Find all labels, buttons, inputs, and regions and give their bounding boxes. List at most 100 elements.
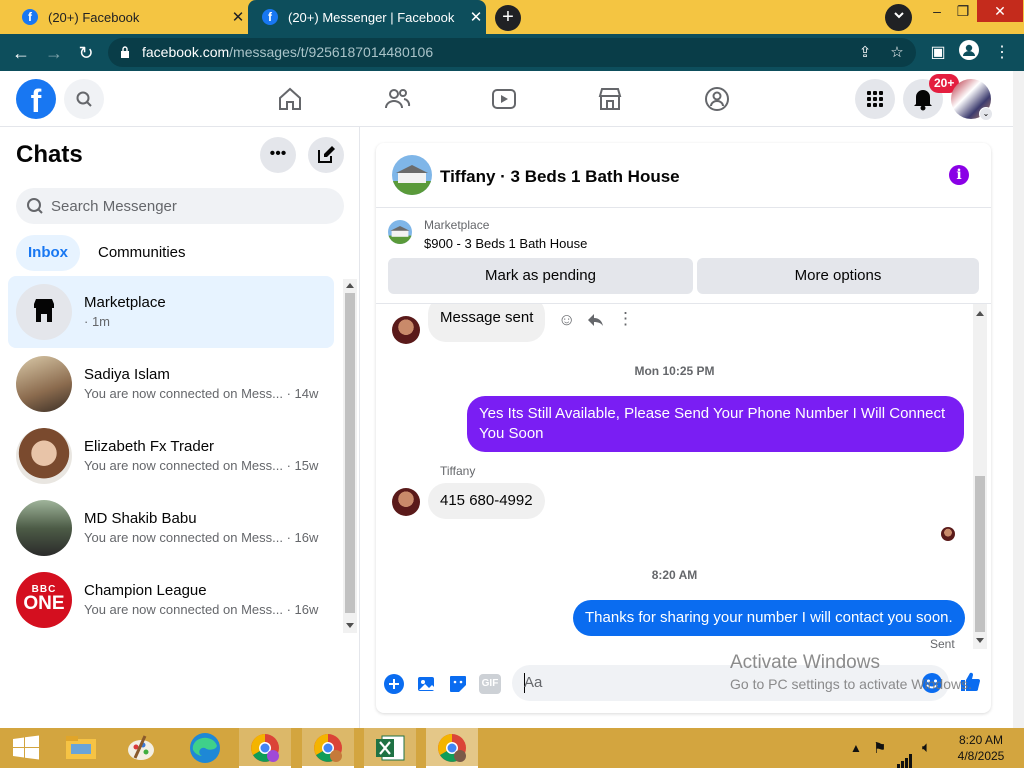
page-scrollbar[interactable] [1013, 71, 1024, 728]
tab-close-icon[interactable]: ✕ [228, 8, 248, 26]
share-icon[interactable]: ⇪ [854, 42, 876, 64]
volume-icon[interactable]: 🔈︎ [922, 739, 931, 768]
house-photo [388, 220, 412, 244]
window-maximize-button[interactable]: ❐ [951, 0, 975, 22]
chat-row-md-shakib-babu[interactable]: MD Shakib Babu You are now connected on … [8, 492, 334, 564]
search-icon [27, 198, 43, 214]
reload-icon[interactable]: ↻ [73, 40, 99, 66]
taskbar-chrome-profile-2[interactable] [302, 728, 354, 768]
marketplace-store-icon[interactable] [596, 85, 624, 113]
photo-icon[interactable] [415, 673, 437, 695]
sticker-icon[interactable] [447, 673, 469, 695]
message-bubble[interactable]: Yes Its Still Available, Please Send You… [467, 396, 964, 452]
person-icon [959, 40, 979, 60]
chat-name: Sadiya Islam [84, 366, 170, 383]
network-signal-icon[interactable] [897, 741, 913, 768]
new-tab-button[interactable]: + [495, 5, 521, 31]
search-messenger-input[interactable]: Search Messenger [16, 188, 344, 224]
facebook-search-button[interactable] [64, 79, 104, 119]
account-avatar[interactable]: ⌄ [951, 79, 993, 121]
chat-row-sadiya-islam[interactable]: Sadiya Islam You are now connected on Me… [8, 348, 334, 420]
chat-name: Champion League [84, 582, 207, 599]
bookmark-star-icon[interactable]: ☆ [886, 42, 908, 64]
groups-icon[interactable] [703, 85, 731, 113]
message-bubble[interactable]: Message sent [428, 304, 546, 342]
chat-snippet: You are now connected on Mess... · 16w [84, 530, 319, 545]
chrome-menu-icon[interactable]: ⋮ [989, 40, 1015, 66]
menu-button[interactable] [855, 79, 895, 119]
gif-button[interactable]: GIF [479, 674, 501, 694]
message-bubble[interactable]: Thanks for sharing your number I will co… [573, 600, 965, 636]
avatar [16, 356, 72, 412]
chevron-down-icon: ⌄ [979, 107, 993, 121]
tray-overflow-icon[interactable]: ▲ [850, 741, 862, 768]
url-path: /messages/t/9256187014480106 [229, 44, 434, 60]
avatar [16, 500, 72, 556]
tab-communities[interactable]: Communities [86, 235, 198, 271]
action-center-flag-icon[interactable]: ⚑ [873, 739, 886, 768]
chats-title: Chats [16, 141, 83, 168]
taskbar-chrome-profile-1[interactable] [239, 728, 291, 768]
watermark-line2: Go to PC settings to activate Windows. [730, 676, 972, 692]
marketplace-label: Marketplace [424, 218, 490, 232]
tab-search-chevron-icon[interactable] [885, 4, 912, 31]
start-button[interactable] [0, 728, 52, 768]
grid-menu-icon [867, 91, 883, 107]
more-actions-icon[interactable]: ⋮ [617, 309, 634, 329]
search-placeholder: Search Messenger [51, 198, 177, 215]
browser-tab-facebook[interactable]: f (20+) Facebook ✕ [8, 0, 248, 34]
taskbar-chrome-active[interactable] [426, 728, 478, 768]
info-icon[interactable]: i [949, 165, 969, 185]
mark-as-pending-button[interactable]: Mark as pending [388, 258, 693, 294]
tiffany-avatar[interactable] [392, 316, 420, 344]
browser-tab-strip: f (20+) Facebook ✕ f (20+) Messenger | F… [0, 0, 1024, 34]
home-icon[interactable] [276, 85, 304, 113]
profile-icon[interactable] [956, 40, 982, 66]
message-bubble[interactable]: 415 680-4992 [428, 483, 545, 519]
window-close-button[interactable]: ✕ [977, 0, 1023, 22]
watch-video-icon[interactable] [490, 85, 518, 113]
reply-icon[interactable] [586, 311, 604, 329]
conversation-header: Tiffany · 3 Beds 1 Bath House i [376, 143, 991, 208]
more-options-button[interactable]: More options [697, 258, 979, 294]
tab-inbox[interactable]: Inbox [16, 235, 80, 271]
friends-icon[interactable] [383, 85, 411, 113]
excel-icon [376, 735, 405, 761]
browser-tab-messenger[interactable]: f (20+) Messenger | Facebook ✕ [248, 0, 486, 34]
lock-icon[interactable] [120, 46, 130, 58]
react-emoji-icon[interactable]: ☺ [558, 310, 575, 330]
tab-close-icon[interactable]: ✕ [466, 8, 486, 26]
back-arrow-icon[interactable]: ← [8, 40, 34, 66]
more-dots-icon: ••• [269, 145, 287, 162]
conversation-title[interactable]: Tiffany · 3 Beds 1 Bath House [440, 167, 680, 187]
taskbar-paint[interactable] [115, 728, 167, 768]
chat-options-button[interactable]: ••• [260, 137, 296, 173]
taskbar-file-explorer[interactable] [55, 728, 107, 768]
clock-time: 8:20 AM [958, 733, 1004, 747]
plus-circle-icon[interactable] [383, 673, 405, 695]
listing-avatar[interactable] [392, 155, 432, 195]
chat-row-elizabeth-fx-trader[interactable]: Elizabeth Fx Trader You are now connecte… [8, 420, 334, 492]
facebook-favicon-icon: f [22, 9, 38, 25]
address-bar[interactable]: facebook.com/messages/t/9256187014480106… [108, 38, 916, 67]
chat-list-scrollbar[interactable] [343, 279, 357, 633]
listing-title[interactable]: $900 - 3 Beds 1 Bath House [424, 236, 587, 251]
window-minimize-button[interactable]: – [925, 0, 949, 22]
tiffany-avatar[interactable] [392, 488, 420, 516]
forward-arrow-icon[interactable]: → [41, 40, 67, 66]
message-thread: Message sent ☺ ⋮ Mon 10:25 PM Yes Its St… [376, 304, 991, 654]
listing-thumbnail[interactable] [388, 220, 412, 244]
taskbar-clock[interactable]: 8:20 AM 4/8/2025 [950, 732, 1012, 764]
message-scrollbar[interactable] [973, 304, 987, 649]
paint-icon [128, 735, 154, 760]
new-message-button[interactable] [308, 137, 344, 173]
chat-row-champion-league[interactable]: BBC ONE Champion League You are now conn… [8, 564, 334, 636]
seen-receipt-avatar [941, 527, 955, 541]
chat-row-marketplace[interactable]: Marketplace · 1m [8, 276, 334, 348]
side-panel-icon[interactable]: ▣ [925, 40, 951, 66]
facebook-logo[interactable]: f [16, 79, 56, 119]
taskbar-excel[interactable] [364, 728, 416, 768]
chrome-icon [314, 734, 342, 762]
marketplace-listing-bar: Marketplace $900 - 3 Beds 1 Bath House M… [376, 208, 991, 304]
taskbar-edge[interactable] [179, 728, 231, 768]
